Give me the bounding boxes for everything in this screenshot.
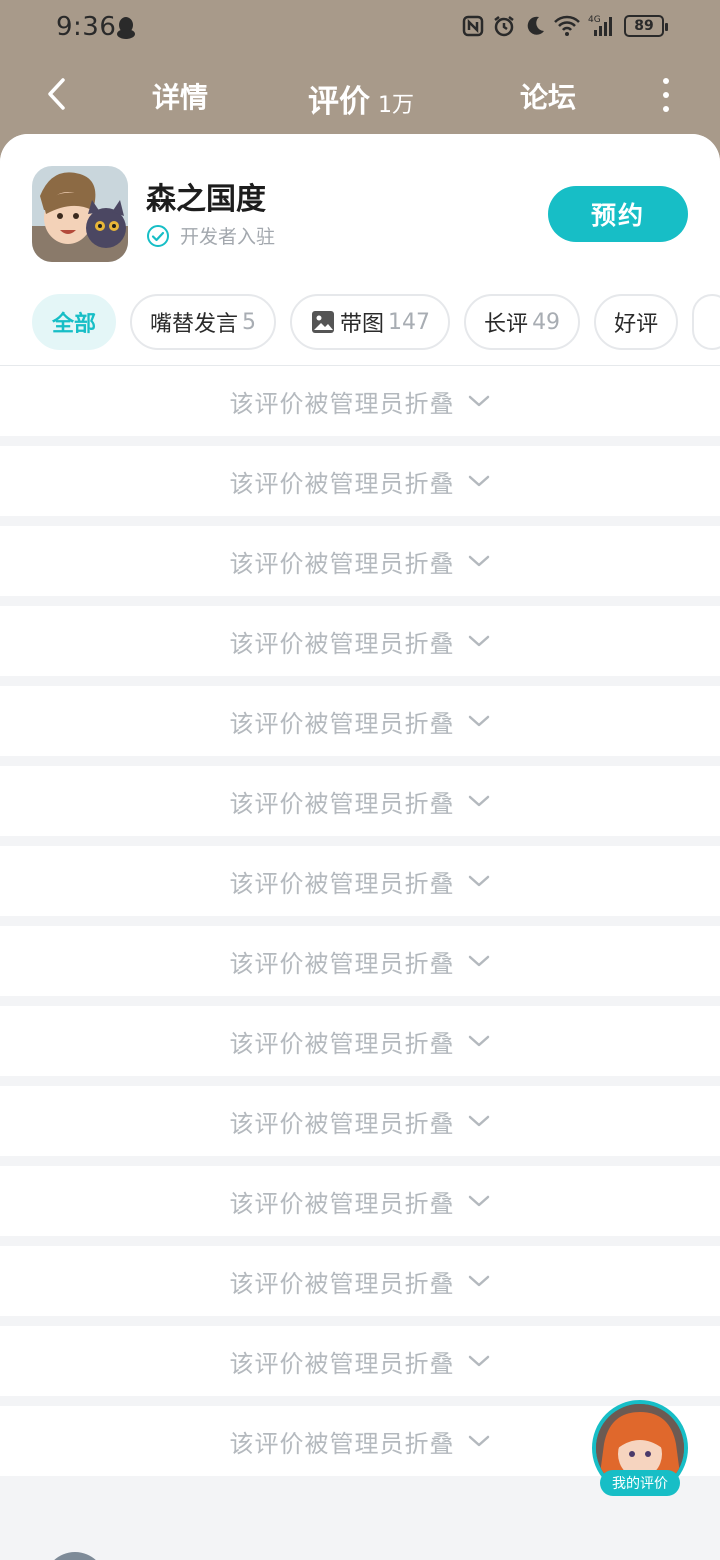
chevron-down-icon bbox=[468, 1355, 489, 1367]
filter-count: 49 bbox=[532, 309, 561, 335]
more-menu-button[interactable] bbox=[658, 78, 674, 112]
filter-with-images[interactable]: 带图 147 bbox=[290, 294, 451, 350]
chevron-down-icon bbox=[468, 555, 489, 567]
filter-label: 嘴替发言 bbox=[150, 312, 239, 337]
folded-review-label: 该评价被管理员折叠 bbox=[229, 1109, 455, 1138]
tab-review-label: 评价 bbox=[308, 84, 370, 120]
folded-review-item[interactable]: 该评价被管理员折叠 bbox=[0, 526, 720, 606]
folded-review-item[interactable]: 该评价被管理员折叠 bbox=[0, 766, 720, 846]
filter-all[interactable]: 全部 bbox=[32, 294, 117, 350]
alarm-icon bbox=[494, 16, 514, 37]
nfc-icon bbox=[462, 15, 484, 37]
folded-review-label: 该评价被管理员折叠 bbox=[229, 629, 455, 658]
wifi-icon bbox=[554, 15, 580, 36]
battery-indicator: 89 bbox=[624, 15, 668, 37]
folded-review-label: 该评价被管理员折叠 bbox=[229, 1269, 455, 1298]
filter-label: 长评 bbox=[484, 312, 529, 337]
filter-long-review[interactable]: 长评 49 bbox=[464, 294, 581, 350]
image-icon bbox=[312, 311, 335, 333]
folded-review-item[interactable]: 该评价被管理员折叠 bbox=[0, 1326, 720, 1406]
check-circle-icon bbox=[147, 224, 169, 247]
folded-review-item[interactable]: 该评价被管理员折叠 bbox=[0, 1246, 720, 1326]
chevron-down-icon bbox=[468, 395, 489, 407]
status-time: 9:36 bbox=[56, 12, 117, 42]
folded-review-label: 该评价被管理员折叠 bbox=[229, 789, 455, 818]
folded-review-label: 该评价被管理员折叠 bbox=[229, 1189, 455, 1218]
avatar[interactable] bbox=[44, 1552, 106, 1560]
developer-badge-label: 开发者入驻 bbox=[180, 226, 276, 248]
qq-icon bbox=[117, 17, 135, 39]
folded-review-label: 该评价被管理员折叠 bbox=[229, 1029, 455, 1058]
chevron-down-icon bbox=[468, 1195, 489, 1207]
folded-review-item[interactable]: 该评价被管理员折叠 bbox=[0, 846, 720, 926]
tab-forum[interactable]: 论坛 bbox=[520, 76, 576, 116]
my-review-button[interactable]: 我的评价 bbox=[592, 1400, 688, 1496]
folded-review-label: 该评价被管理员折叠 bbox=[229, 1429, 455, 1458]
status-icons: 4G 89 bbox=[462, 14, 668, 38]
filter-count: 147 bbox=[388, 309, 431, 335]
folded-review-label: 该评价被管理员折叠 bbox=[229, 709, 455, 738]
review-list: 该评价被管理员折叠 该评价被管理员折叠 该评价被管理员折叠 该评价被管理员折叠 该评价被… bbox=[0, 366, 720, 1486]
more-dot-icon bbox=[663, 92, 669, 98]
filter-label: 全部 bbox=[52, 312, 97, 337]
chevron-down-icon bbox=[468, 715, 489, 727]
chevron-down-icon bbox=[468, 1435, 489, 1447]
developer-badge: 开发者入驻 bbox=[146, 222, 275, 249]
chevron-down-icon bbox=[468, 1035, 489, 1047]
chevron-left-icon bbox=[48, 78, 65, 110]
my-review-label: 我的评价 bbox=[600, 1470, 680, 1496]
folded-review-label: 该评价被管理员折叠 bbox=[229, 949, 455, 978]
chevron-down-icon bbox=[468, 1275, 489, 1287]
folded-review-label: 该评价被管理员折叠 bbox=[229, 869, 455, 898]
back-button[interactable] bbox=[36, 74, 76, 114]
filter-count: 5 bbox=[242, 309, 257, 335]
folded-review-label: 该评价被管理员折叠 bbox=[229, 389, 455, 418]
filter-label: 好评 bbox=[614, 312, 659, 337]
more-dot-icon bbox=[663, 78, 669, 84]
folded-review-item[interactable]: 该评价被管理员折叠 bbox=[0, 686, 720, 766]
moon-icon bbox=[527, 16, 544, 35]
app-icon[interactable] bbox=[32, 166, 128, 262]
folded-review-label: 该评价被管理员折叠 bbox=[229, 1349, 455, 1378]
tab-detail-label: 详情 bbox=[152, 81, 209, 114]
chevron-down-icon bbox=[468, 475, 489, 487]
folded-review-label: 该评价被管理员折叠 bbox=[229, 549, 455, 578]
filter-quotes[interactable]: 嘴替发言 5 bbox=[130, 294, 277, 350]
filter-label: 带图 bbox=[340, 312, 385, 337]
chevron-down-icon bbox=[468, 955, 489, 967]
folded-review-item[interactable]: 该评价被管理员折叠 bbox=[0, 366, 720, 446]
filter-bar: 全部 嘴替发言 5 带图 147 长评 49 好评 bbox=[32, 294, 720, 350]
review-card: 森之国度 开发者入驻 预约 全部 嘴替发言 5 带图 147 长评 49 好评 … bbox=[0, 134, 720, 1560]
folded-review-item[interactable]: 该评价被管理员折叠 bbox=[0, 1086, 720, 1166]
chevron-down-icon bbox=[468, 795, 489, 807]
tab-review[interactable]: 评价 1万 bbox=[308, 76, 414, 121]
signal-icon: 4G bbox=[588, 15, 612, 36]
reserve-button[interactable]: 预约 bbox=[548, 186, 688, 242]
folded-review-item[interactable]: 该评价被管理员折叠 bbox=[0, 606, 720, 686]
chevron-down-icon bbox=[468, 875, 489, 887]
folded-review-item[interactable]: 该评价被管理员折叠 bbox=[0, 926, 720, 1006]
folded-review-item[interactable]: 该评价被管理员折叠 bbox=[0, 1166, 720, 1246]
more-dot-icon bbox=[663, 106, 669, 112]
chevron-down-icon bbox=[468, 635, 489, 647]
chevron-down-icon bbox=[468, 1115, 489, 1127]
folded-review-label: 该评价被管理员折叠 bbox=[229, 469, 455, 498]
folded-review-item[interactable]: 该评价被管理员折叠 bbox=[0, 446, 720, 526]
app-artwork bbox=[32, 166, 128, 262]
review-count: 1万 bbox=[378, 93, 414, 118]
tab-forum-label: 论坛 bbox=[520, 81, 577, 114]
filter-positive[interactable]: 好评 bbox=[594, 294, 679, 350]
top-nav: 详情 评价 1万 论坛 bbox=[0, 56, 720, 134]
app-header: 森之国度 开发者入驻 预约 全部 嘴替发言 5 带图 147 长评 49 好评 bbox=[0, 134, 720, 366]
filter-more[interactable] bbox=[692, 294, 720, 350]
folded-review-item[interactable]: 该评价被管理员折叠 bbox=[0, 1006, 720, 1086]
app-name: 森之国度 bbox=[146, 182, 266, 217]
network-type-label: 4G bbox=[588, 15, 601, 25]
tab-detail[interactable]: 详情 bbox=[152, 76, 208, 116]
status-bar: 9:36 4G 89 bbox=[0, 0, 720, 56]
